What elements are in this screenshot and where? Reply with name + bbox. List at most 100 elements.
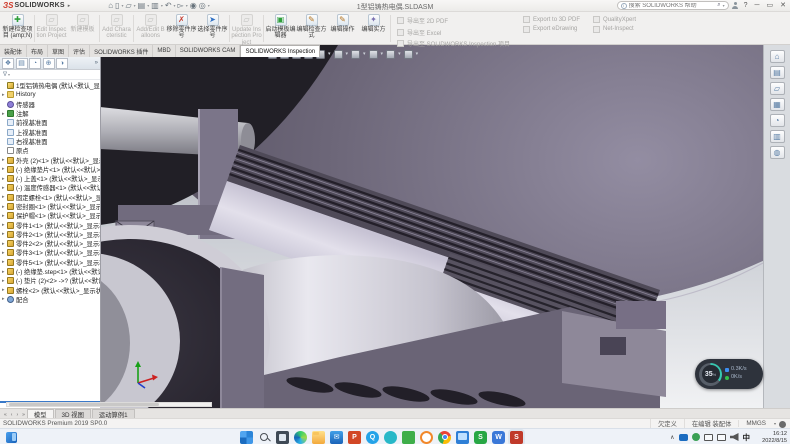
displaymanager-tab[interactable]: ◑ bbox=[56, 58, 68, 69]
filter-caret-icon[interactable]: ▾ bbox=[8, 72, 10, 77]
custom-properties-icon[interactable]: ▥ bbox=[770, 130, 785, 143]
export-edrawing-command[interactable]: Export eDrawing bbox=[523, 26, 580, 33]
edit-appearance-icon[interactable] bbox=[369, 50, 378, 59]
tree-item-gasket2[interactable]: ▸(-) 垫片 (2)<2> ->? (默认<<默认> bbox=[0, 276, 100, 285]
panel-tabs-overflow-icon[interactable]: » bbox=[95, 60, 98, 66]
tree-item-seal-ring[interactable]: ▸密封圈<1> (默认<<默认>_显示状态 bbox=[0, 202, 100, 211]
tree-item-bolt2[interactable]: ▸螺栓<2> (默认<<默认>_显示状态 bbox=[0, 286, 100, 295]
appearances-scenes-icon[interactable]: ◔ bbox=[770, 114, 785, 127]
add-edit-balloons-button[interactable]: ▱Add/Edit Balloons bbox=[135, 13, 166, 44]
minimize-button[interactable]: ─ bbox=[753, 2, 762, 9]
dropdown-caret-icon[interactable]: ▾ bbox=[121, 3, 123, 8]
status-options-icon[interactable] bbox=[779, 421, 786, 428]
update-inspection-project-button[interactable]: ▱Update Inspection Project bbox=[231, 13, 262, 44]
menu-expand-arrow-icon[interactable]: ▸ bbox=[68, 3, 71, 9]
widgets-button[interactable] bbox=[6, 432, 17, 443]
dropdown-caret-icon[interactable]: ▾ bbox=[161, 3, 163, 8]
edit-instance-button[interactable]: ✦编辑实方 bbox=[358, 13, 389, 44]
export-2d-pdf-command[interactable]: 导出至 2D PDF bbox=[397, 16, 510, 25]
display-style-icon[interactable] bbox=[334, 50, 343, 59]
model-tab-3d-views[interactable]: 3D 视图 bbox=[55, 409, 91, 418]
tree-item-part1[interactable]: ▸零件1<1> (默认<<默认>_显示状态 bbox=[0, 220, 100, 229]
dimxpertmanager-tab[interactable]: ⊕ bbox=[43, 58, 55, 69]
rebuild-icon[interactable]: ◉ bbox=[190, 2, 197, 10]
dropdown-caret-icon[interactable]: ▾ bbox=[346, 52, 349, 57]
user-account-icon[interactable] bbox=[732, 2, 739, 9]
apply-scene-icon[interactable] bbox=[386, 50, 395, 59]
tree-item-protective-cap[interactable]: ▸保护帽<1> (默认<<默认>_显示状态 bbox=[0, 211, 100, 220]
tree-item-part3[interactable]: ▸零件3<1> (默认<<默认>_显示状态 bbox=[0, 248, 100, 257]
task-view-taskbar-icon[interactable] bbox=[276, 431, 289, 444]
tree-item-right-plane[interactable]: 右视基准面 bbox=[0, 137, 100, 146]
remove-balloon-button[interactable]: ✗移除零件序号 bbox=[166, 13, 197, 44]
edit-inspection-method-button[interactable]: ✎编辑检查方式 bbox=[296, 13, 327, 44]
close-button[interactable]: ✕ bbox=[778, 2, 788, 9]
model-tab-model[interactable]: 模型 bbox=[27, 409, 54, 418]
new-template-button[interactable]: ▱新建模板 bbox=[67, 13, 98, 44]
tree-item-sensors[interactable]: 传感器 bbox=[0, 100, 100, 109]
view-palette-icon[interactable]: ▦ bbox=[770, 98, 785, 111]
tree-item-top-cover[interactable]: ▸(-) 上盖<1> (默认<<默认>_显示状 bbox=[0, 174, 100, 183]
search-icon[interactable]: ⌕ bbox=[717, 2, 720, 9]
dropdown-caret-icon[interactable]: ▾ bbox=[381, 52, 384, 57]
edit-inspection-project-button[interactable]: ▱Edit Inspection Project bbox=[36, 13, 67, 44]
qualityxpert-command[interactable]: QualityXpert bbox=[593, 16, 636, 23]
dropdown-caret-icon[interactable]: ▾ bbox=[186, 3, 188, 8]
dropdown-caret-icon[interactable]: ▾ bbox=[147, 3, 149, 8]
dropdown-caret-icon[interactable]: ▾ bbox=[208, 3, 210, 8]
mail-taskbar-icon[interactable]: ✉ bbox=[330, 431, 343, 444]
tree-item-fixing-bolt[interactable]: ▸固定螺栓<1> (默认<<默认>_显示 bbox=[0, 193, 100, 202]
tree-item-root[interactable]: 1型铝铸热电偶 (默认<默认_显示状态-1 bbox=[0, 81, 100, 90]
tree-item-history[interactable]: ▸History bbox=[0, 90, 100, 99]
select-balloon-button[interactable]: ➤选择零件序号 bbox=[197, 13, 228, 44]
app-blue-taskbar-icon[interactable]: Q bbox=[366, 431, 379, 444]
tree-item-mates[interactable]: ▸配合 bbox=[0, 295, 100, 304]
tree-item-insulation-gasket[interactable]: ▸(-) 绝缘垫片<1> (默认<<默认>_显 bbox=[0, 165, 100, 174]
tree-item-shell[interactable]: ▸外壳 (2)<1> (默认<<默认>_显示状 bbox=[0, 155, 100, 164]
wps-taskbar-icon[interactable]: W bbox=[492, 431, 505, 444]
tab-solidworks-addins[interactable]: SOLIDWORKS 插件 bbox=[90, 45, 153, 57]
view-settings-icon[interactable] bbox=[404, 50, 413, 59]
forum-icon[interactable]: ◍ bbox=[770, 146, 785, 159]
app-orange-ring-taskbar-icon[interactable] bbox=[420, 431, 433, 444]
edit-operation-button[interactable]: ✎编辑操作 bbox=[327, 13, 358, 44]
scrollbar-thumb[interactable] bbox=[9, 403, 159, 406]
tree-filter-bar[interactable]: ∇ ▾ bbox=[0, 70, 100, 80]
hide-show-items-icon[interactable] bbox=[351, 50, 360, 59]
featuremanager-design-tree-tab[interactable]: ❖ bbox=[2, 58, 14, 69]
tree-item-part5[interactable]: ▸零件5<1> (默认<<默认>_显示状态 bbox=[0, 258, 100, 267]
configurationmanager-tab[interactable]: ◔ bbox=[29, 58, 41, 69]
tray-chevron-up-icon[interactable]: ∧ bbox=[670, 434, 674, 441]
tab-sketch[interactable]: 草图 bbox=[48, 45, 69, 57]
export-sw-inspection-command[interactable]: 导出至 SOLIDWORKS Inspection 项目 bbox=[397, 39, 510, 48]
volume-icon[interactable] bbox=[730, 433, 739, 441]
tab-mbd[interactable]: MBD bbox=[153, 45, 175, 57]
print-icon[interactable]: ▥ bbox=[151, 2, 159, 10]
app-orange-taskbar-icon[interactable]: P bbox=[348, 431, 361, 444]
tab-solidworks-inspection[interactable]: SOLIDWORKS Inspection bbox=[240, 45, 320, 57]
start-taskbar-icon[interactable] bbox=[240, 431, 253, 444]
tab-evaluate[interactable]: 评估 bbox=[69, 45, 90, 57]
net-inspect-command[interactable]: Net-Inspect bbox=[593, 26, 636, 33]
save-icon[interactable]: ▤ bbox=[138, 2, 146, 10]
open-icon[interactable]: ▱ bbox=[126, 2, 132, 10]
tree-item-annotations[interactable]: ▸注解 bbox=[0, 109, 100, 118]
solidworks-taskbar-icon[interactable]: S bbox=[510, 431, 523, 444]
propertymanager-tab[interactable]: ▤ bbox=[16, 58, 28, 69]
export-3d-pdf-command[interactable]: Export to 3D PDF bbox=[523, 16, 580, 23]
dropdown-caret-icon[interactable]: ▾ bbox=[328, 52, 331, 57]
options-icon[interactable]: ◎ bbox=[199, 2, 206, 10]
app-cyan-taskbar-icon[interactable] bbox=[384, 431, 397, 444]
filter-funnel-icon[interactable]: ∇ bbox=[3, 71, 7, 78]
security-icon[interactable] bbox=[692, 433, 700, 441]
touch-keyboard-icon[interactable] bbox=[717, 434, 726, 441]
screen-recorder-overlay[interactable]: 35% 0.3K/s 0K/s bbox=[695, 359, 763, 389]
select-icon[interactable]: ▻ bbox=[178, 2, 184, 10]
tree-item-temperature-sensor[interactable]: ▸(-) 温度传感器<1> (默认<<默认>_ bbox=[0, 183, 100, 192]
add-characteristic-button[interactable]: ▱Add Characteristic bbox=[101, 13, 132, 44]
dropdown-caret-icon[interactable]: ▾ bbox=[398, 52, 401, 57]
restore-button[interactable]: ▭ bbox=[765, 2, 776, 9]
tab-assembly[interactable]: 装配体 bbox=[0, 45, 27, 57]
input-method-icon[interactable] bbox=[704, 434, 713, 441]
undo-icon[interactable]: ↶ bbox=[165, 2, 172, 10]
